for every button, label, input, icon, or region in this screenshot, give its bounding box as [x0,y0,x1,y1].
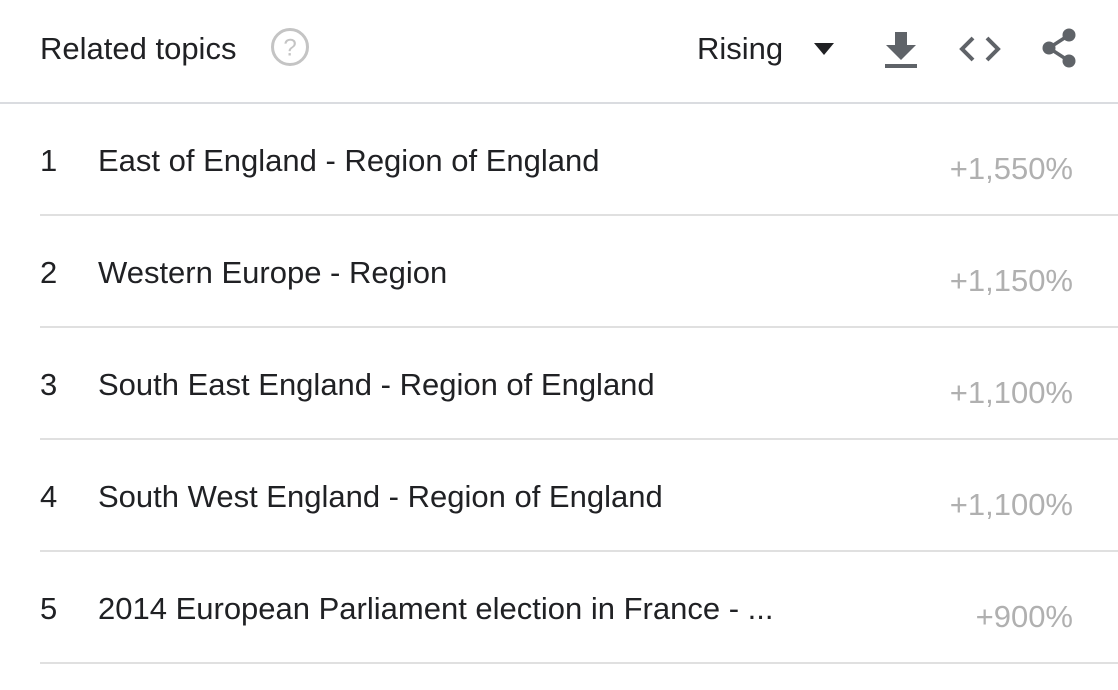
sort-dropdown[interactable]: Rising [697,28,835,70]
widget-title: Related topics [40,31,237,66]
topics-list: 1 East of England - Region of England +1… [0,104,1118,664]
svg-text:?: ? [283,35,296,62]
list-item[interactable]: 4 South West England - Region of England… [40,440,1118,552]
item-value: +900% [975,599,1073,634]
related-topics-widget: Related topics ? Rising 1 East of Englan… [0,0,1118,690]
item-value: +1,150% [949,263,1073,298]
item-rank: 2 [40,255,58,290]
share-icon[interactable] [1038,26,1082,70]
item-topic[interactable]: 2014 European Parliament election in Fra… [98,590,774,628]
list-item[interactable]: 1 East of England - Region of England +1… [40,104,1118,216]
item-topic[interactable]: South East England - Region of England [98,366,655,404]
item-topic[interactable]: Western Europe - Region [98,254,447,292]
item-value: +1,100% [949,375,1073,410]
chevron-down-icon [814,43,835,55]
item-value: +1,100% [949,487,1073,522]
item-topic[interactable]: East of England - Region of England [98,142,600,180]
item-topic[interactable]: South West England - Region of England [98,478,663,516]
download-icon[interactable] [879,28,923,72]
help-icon[interactable]: ? [270,27,310,67]
widget-header: Related topics ? Rising [0,0,1118,104]
item-rank: 4 [40,479,58,514]
sort-dropdown-label: Rising [697,31,784,66]
item-value: +1,550% [949,151,1073,186]
list-item[interactable]: 5 2014 European Parliament election in F… [40,552,1118,664]
item-rank: 5 [40,591,58,626]
list-item[interactable]: 3 South East England - Region of England… [40,328,1118,440]
item-rank: 3 [40,367,58,402]
code-icon[interactable] [958,28,1002,72]
list-item[interactable]: 2 Western Europe - Region +1,150% [40,216,1118,328]
item-rank: 1 [40,143,58,178]
